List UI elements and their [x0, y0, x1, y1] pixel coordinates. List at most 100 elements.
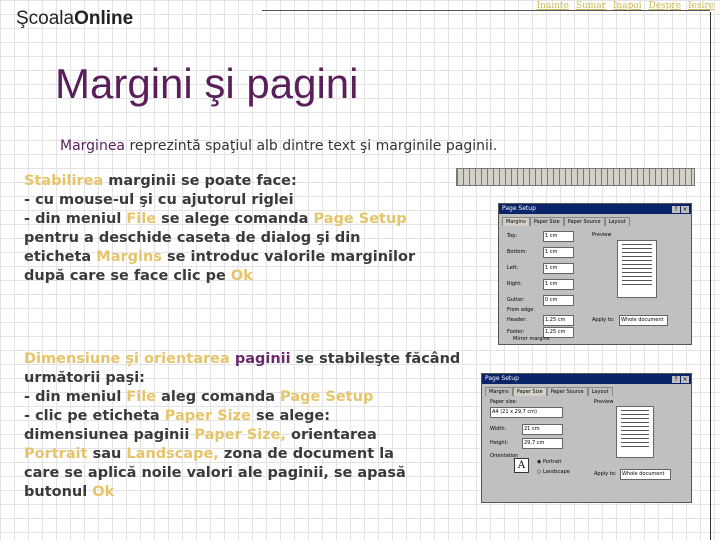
text-line: următorii paşi:	[24, 370, 145, 386]
margins-dialog-screenshot: Page Setup? × Margins Paper Size Paper Sour…	[498, 203, 692, 345]
tab-paper-source: Paper Source	[546, 387, 588, 396]
header-field: 1,25 cm	[543, 315, 574, 326]
text-line: butonul	[24, 484, 93, 500]
landscape-radio: ○ Landscape	[537, 469, 570, 475]
kw-stabilirea: Stabilirea	[24, 173, 104, 189]
field-label: Apply to:	[594, 471, 617, 477]
field-label: Height:	[490, 440, 509, 446]
page-preview	[616, 406, 654, 458]
text-line: - din meniul	[24, 389, 127, 405]
portrait-icon: A	[514, 458, 529, 473]
kw-file: File	[126, 389, 157, 405]
top-field: 1 cm	[543, 231, 574, 242]
kw-page-setup: Page Setup	[313, 211, 407, 227]
kw-portrait: Portrait	[24, 446, 88, 462]
help-icon: ?	[672, 206, 680, 213]
intro-rest: reprezintă spaţiul alb dintre text şi ma…	[125, 138, 498, 154]
field-label: Preview	[592, 232, 612, 238]
field-label: Footer:	[507, 329, 525, 335]
text-line: după care se face clic pe	[24, 268, 231, 284]
ruler-screenshot	[456, 168, 695, 186]
intro-text: Marginea reprezintă spaţiul alb dintre t…	[60, 138, 497, 154]
logo-text-1: Şcoala	[16, 8, 75, 29]
field-label: Header:	[507, 317, 527, 323]
text-line: se introduc valorile marginilor	[161, 249, 416, 265]
dialog-titlebar: Page Setup? ×	[482, 374, 691, 384]
close-icon: ×	[681, 376, 689, 383]
help-icon: ?	[672, 376, 680, 383]
paper-size-select: A4 (21 x 29,7 cm)	[490, 407, 563, 418]
text-line: care se aplică noile valori ale paginii,…	[24, 465, 406, 481]
tab-paper-size: Paper Size	[512, 387, 547, 396]
kw-landscape: Landscape,	[126, 446, 219, 462]
tab-paper-source: Paper Source	[563, 217, 605, 226]
kw-dimensiune: Dimensiune şi orientarea	[24, 351, 230, 367]
page-title: Margini şi pagini	[55, 60, 359, 107]
tab-layout: Layout	[604, 217, 630, 226]
text-line: se alege:	[250, 408, 331, 424]
left-field: 1 cm	[543, 263, 574, 274]
gutter-field: 0 cm	[543, 295, 574, 306]
apply-to-select: Whole document	[620, 469, 671, 480]
dialog-title: Page Setup	[502, 205, 536, 212]
field-label: Right:	[507, 281, 522, 287]
text-line: zona de document la	[218, 446, 394, 462]
kw-ok: Ok	[230, 268, 253, 284]
radio-label: Landscape	[542, 469, 570, 475]
text-line: - clic pe eticheta	[24, 408, 165, 424]
text-line: eticheta	[24, 249, 97, 265]
text-line: pentru a deschide caseta de dialog şi di…	[24, 230, 361, 246]
kw-page-setup: Page Setup	[280, 389, 374, 405]
field-label: Gutter:	[507, 297, 525, 303]
width-field: 21 cm	[522, 424, 563, 435]
height-field: 29,7 cm	[522, 438, 563, 449]
text-line: aleg comanda	[156, 389, 281, 405]
paper-size-dialog-screenshot: Page Setup? × Margins Paper Size Paper Sour…	[481, 373, 692, 503]
intro-keyword: Marginea	[60, 138, 126, 154]
text-line: - din meniul	[24, 211, 127, 227]
bottom-field: 1 cm	[543, 247, 574, 258]
field-label: Apply to:	[592, 317, 615, 323]
field-label: Top:	[507, 233, 518, 239]
dialog-titlebar: Page Setup? ×	[499, 204, 691, 214]
kw-file: File	[126, 211, 157, 227]
dialog-tabs: Margins Paper Size Paper Source Layout	[485, 387, 688, 396]
top-divider	[262, 10, 710, 11]
field-label: Left:	[507, 265, 519, 271]
text-line: se alege comanda	[156, 211, 314, 227]
text-line: dimensiunea paginii	[24, 427, 195, 443]
kw-margins: Margins	[96, 249, 162, 265]
page-preview	[617, 240, 657, 298]
dialog-tabs: Margins Paper Size Paper Source Layout	[502, 217, 688, 226]
kw-paper-size: Paper Size,	[194, 427, 286, 443]
apply-to-select: Whole document	[619, 315, 668, 326]
kw-paginii: paginii	[229, 351, 291, 367]
margins-paragraph: Stabilirea marginii se poate face: - cu …	[24, 172, 415, 286]
site-logo: ŞcoalaOnline	[16, 8, 133, 30]
field-label: Bottom:	[507, 249, 528, 255]
field-label: Paper size:	[490, 399, 518, 405]
dialog-title: Page Setup	[485, 375, 519, 382]
right-field: 1 cm	[543, 279, 574, 290]
tab-layout: Layout	[587, 387, 613, 396]
tab-margins: Margins	[502, 217, 530, 226]
text-line: sau	[87, 446, 127, 462]
logo-text-2: Online	[74, 8, 134, 29]
radio-label: Portrait	[542, 459, 562, 465]
field-label: Preview	[594, 399, 614, 405]
tab-paper-size: Paper Size	[529, 217, 564, 226]
text-line: orientarea	[286, 427, 377, 443]
field-label: From edge	[507, 307, 534, 313]
kw-ok: Ok	[92, 484, 115, 500]
text-line: marginii se poate face:	[103, 173, 297, 189]
text-line: - cu mouse-ul şi cu ajutorul riglei	[24, 192, 294, 208]
right-divider	[710, 12, 711, 540]
text-line: se stabileşte făcând	[290, 351, 461, 367]
close-icon: ×	[681, 206, 689, 213]
kw-paper-size: Paper Size	[164, 408, 251, 424]
field-label: Width:	[490, 426, 507, 432]
portrait-radio: ◉ Portrait	[537, 459, 562, 465]
field-label: Mirror margins	[513, 336, 550, 342]
tab-margins: Margins	[485, 387, 513, 396]
size-orientation-paragraph: Dimensiune şi orientarea paginii se stab…	[24, 350, 460, 502]
